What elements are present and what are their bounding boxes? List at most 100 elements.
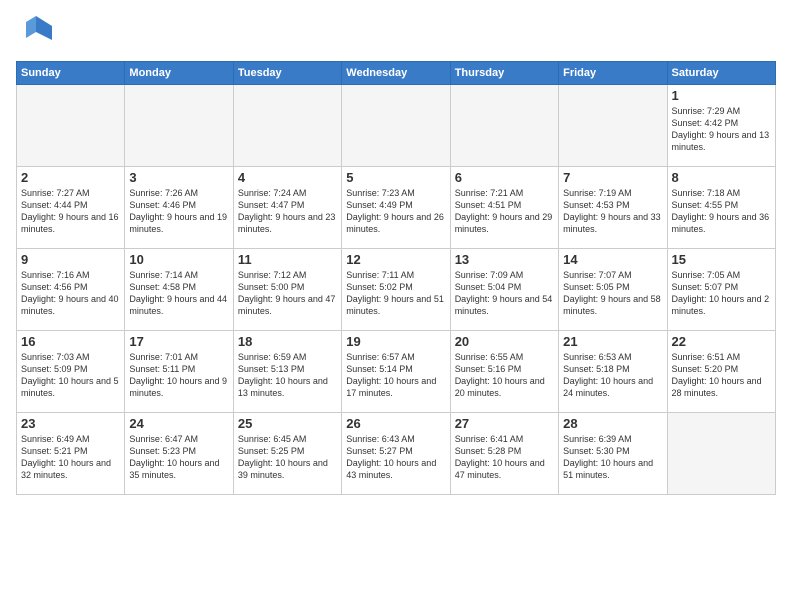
calendar-table: SundayMondayTuesdayWednesdayThursdayFrid…	[16, 61, 776, 495]
calendar-cell: 8 Sunrise: 7:18 AM Sunset: 4:55 PM Daylig…	[667, 167, 775, 249]
day-info: Sunrise: 6:49 AM Sunset: 5:21 PM Dayligh…	[21, 433, 120, 482]
page-header	[16, 12, 776, 53]
day-info: Sunrise: 6:45 AM Sunset: 5:25 PM Dayligh…	[238, 433, 337, 482]
calendar-cell: 22 Sunrise: 6:51 AM Sunset: 5:20 PM Dayli…	[667, 331, 775, 413]
day-info: Sunrise: 7:07 AM Sunset: 5:05 PM Dayligh…	[563, 269, 662, 318]
day-number: 18	[238, 334, 337, 349]
day-number: 11	[238, 252, 337, 267]
page-container: SundayMondayTuesdayWednesdayThursdayFrid…	[0, 0, 792, 503]
calendar-week-3: 9 Sunrise: 7:16 AM Sunset: 4:56 PM Daylig…	[17, 249, 776, 331]
calendar-week-2: 2 Sunrise: 7:27 AM Sunset: 4:44 PM Daylig…	[17, 167, 776, 249]
calendar-cell: 19 Sunrise: 6:57 AM Sunset: 5:14 PM Dayli…	[342, 331, 450, 413]
day-number: 8	[672, 170, 771, 185]
calendar-cell: 18 Sunrise: 6:59 AM Sunset: 5:13 PM Dayli…	[233, 331, 341, 413]
day-info: Sunrise: 6:57 AM Sunset: 5:14 PM Dayligh…	[346, 351, 445, 400]
calendar-cell: 26 Sunrise: 6:43 AM Sunset: 5:27 PM Dayli…	[342, 413, 450, 495]
calendar-cell: 10 Sunrise: 7:14 AM Sunset: 4:58 PM Dayli…	[125, 249, 233, 331]
day-info: Sunrise: 7:12 AM Sunset: 5:00 PM Dayligh…	[238, 269, 337, 318]
day-number: 27	[455, 416, 554, 431]
calendar-cell	[125, 85, 233, 167]
calendar-cell	[450, 85, 558, 167]
weekday-header-saturday: Saturday	[667, 62, 775, 85]
day-info: Sunrise: 7:27 AM Sunset: 4:44 PM Dayligh…	[21, 187, 120, 236]
calendar-cell: 16 Sunrise: 7:03 AM Sunset: 5:09 PM Dayli…	[17, 331, 125, 413]
day-number: 4	[238, 170, 337, 185]
calendar-cell	[559, 85, 667, 167]
calendar-cell	[342, 85, 450, 167]
calendar-cell: 4Sunrise: 7:24 AM Sunset: 4:47 PM Daylig…	[233, 167, 341, 249]
calendar-cell: 9 Sunrise: 7:16 AM Sunset: 4:56 PM Daylig…	[17, 249, 125, 331]
calendar-cell	[17, 85, 125, 167]
day-info: Sunrise: 6:43 AM Sunset: 5:27 PM Dayligh…	[346, 433, 445, 482]
day-number: 3	[129, 170, 228, 185]
day-number: 26	[346, 416, 445, 431]
weekday-header-thursday: Thursday	[450, 62, 558, 85]
day-number: 23	[21, 416, 120, 431]
day-number: 7	[563, 170, 662, 185]
day-info: Sunrise: 7:21 AM Sunset: 4:51 PM Dayligh…	[455, 187, 554, 236]
calendar-week-1: 1 Sunrise: 7:29 AM Sunset: 4:42 PM Daylig…	[17, 85, 776, 167]
day-info: Sunrise: 6:53 AM Sunset: 5:18 PM Dayligh…	[563, 351, 662, 400]
calendar-cell: 5Sunrise: 7:23 AM Sunset: 4:49 PM Daylig…	[342, 167, 450, 249]
day-info: Sunrise: 6:39 AM Sunset: 5:30 PM Dayligh…	[563, 433, 662, 482]
day-number: 28	[563, 416, 662, 431]
calendar-cell: 12Sunrise: 7:11 AM Sunset: 5:02 PM Dayli…	[342, 249, 450, 331]
day-number: 24	[129, 416, 228, 431]
day-number: 5	[346, 170, 445, 185]
day-number: 25	[238, 416, 337, 431]
day-number: 14	[563, 252, 662, 267]
weekday-header-friday: Friday	[559, 62, 667, 85]
day-info: Sunrise: 7:03 AM Sunset: 5:09 PM Dayligh…	[21, 351, 120, 400]
calendar-cell: 1 Sunrise: 7:29 AM Sunset: 4:42 PM Daylig…	[667, 85, 775, 167]
calendar-cell: 25 Sunrise: 6:45 AM Sunset: 5:25 PM Dayli…	[233, 413, 341, 495]
calendar-cell: 27 Sunrise: 6:41 AM Sunset: 5:28 PM Dayli…	[450, 413, 558, 495]
calendar-cell: 6 Sunrise: 7:21 AM Sunset: 4:51 PM Daylig…	[450, 167, 558, 249]
day-number: 6	[455, 170, 554, 185]
day-number: 12	[346, 252, 445, 267]
calendar-cell: 17 Sunrise: 7:01 AM Sunset: 5:11 PM Dayli…	[125, 331, 233, 413]
day-number: 16	[21, 334, 120, 349]
day-info: Sunrise: 6:59 AM Sunset: 5:13 PM Dayligh…	[238, 351, 337, 400]
day-info: Sunrise: 7:14 AM Sunset: 4:58 PM Dayligh…	[129, 269, 228, 318]
weekday-header-sunday: Sunday	[17, 62, 125, 85]
day-info: Sunrise: 7:29 AM Sunset: 4:42 PM Dayligh…	[672, 105, 771, 154]
calendar-cell: 11 Sunrise: 7:12 AM Sunset: 5:00 PM Dayli…	[233, 249, 341, 331]
calendar-cell: 28 Sunrise: 6:39 AM Sunset: 5:30 PM Dayli…	[559, 413, 667, 495]
day-number: 10	[129, 252, 228, 267]
weekday-header-wednesday: Wednesday	[342, 62, 450, 85]
day-number: 9	[21, 252, 120, 267]
calendar-cell: 23 Sunrise: 6:49 AM Sunset: 5:21 PM Dayli…	[17, 413, 125, 495]
day-number: 17	[129, 334, 228, 349]
calendar-cell	[667, 413, 775, 495]
day-info: Sunrise: 7:01 AM Sunset: 5:11 PM Dayligh…	[129, 351, 228, 400]
day-info: Sunrise: 6:51 AM Sunset: 5:20 PM Dayligh…	[672, 351, 771, 400]
weekday-header-tuesday: Tuesday	[233, 62, 341, 85]
day-info: Sunrise: 6:41 AM Sunset: 5:28 PM Dayligh…	[455, 433, 554, 482]
day-info: Sunrise: 7:26 AM Sunset: 4:46 PM Dayligh…	[129, 187, 228, 236]
day-info: Sunrise: 7:16 AM Sunset: 4:56 PM Dayligh…	[21, 269, 120, 318]
day-number: 1	[672, 88, 771, 103]
day-number: 22	[672, 334, 771, 349]
calendar-cell: 21 Sunrise: 6:53 AM Sunset: 5:18 PM Dayli…	[559, 331, 667, 413]
day-info: Sunrise: 7:18 AM Sunset: 4:55 PM Dayligh…	[672, 187, 771, 236]
day-info: Sunrise: 7:09 AM Sunset: 5:04 PM Dayligh…	[455, 269, 554, 318]
calendar-cell	[233, 85, 341, 167]
day-number: 19	[346, 334, 445, 349]
day-info: Sunrise: 7:05 AM Sunset: 5:07 PM Dayligh…	[672, 269, 771, 318]
day-number: 13	[455, 252, 554, 267]
calendar-cell: 24 Sunrise: 6:47 AM Sunset: 5:23 PM Dayli…	[125, 413, 233, 495]
calendar-cell: 13 Sunrise: 7:09 AM Sunset: 5:04 PM Dayli…	[450, 249, 558, 331]
calendar-cell: 14 Sunrise: 7:07 AM Sunset: 5:05 PM Dayli…	[559, 249, 667, 331]
calendar-week-4: 16 Sunrise: 7:03 AM Sunset: 5:09 PM Dayli…	[17, 331, 776, 413]
day-number: 2	[21, 170, 120, 185]
calendar-cell: 7Sunrise: 7:19 AM Sunset: 4:53 PM Daylig…	[559, 167, 667, 249]
calendar-cell: 20Sunrise: 6:55 AM Sunset: 5:16 PM Dayli…	[450, 331, 558, 413]
calendar-cell: 15Sunrise: 7:05 AM Sunset: 5:07 PM Dayli…	[667, 249, 775, 331]
weekday-header-monday: Monday	[125, 62, 233, 85]
day-number: 21	[563, 334, 662, 349]
day-number: 20	[455, 334, 554, 349]
weekday-header-row: SundayMondayTuesdayWednesdayThursdayFrid…	[17, 62, 776, 85]
day-info: Sunrise: 6:47 AM Sunset: 5:23 PM Dayligh…	[129, 433, 228, 482]
logo	[16, 12, 52, 53]
calendar-cell: 3 Sunrise: 7:26 AM Sunset: 4:46 PM Daylig…	[125, 167, 233, 249]
